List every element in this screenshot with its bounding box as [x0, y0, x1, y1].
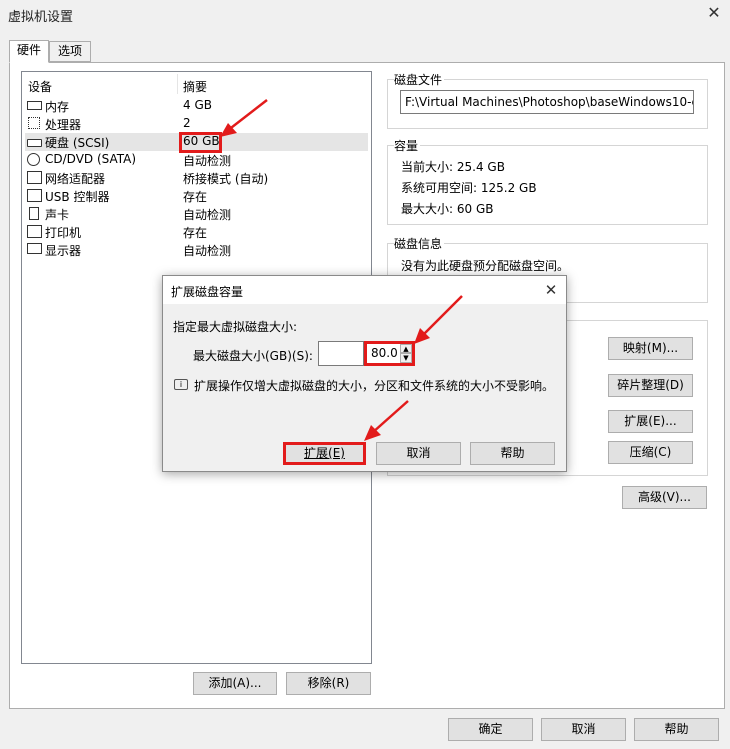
dialog-note: 扩展操作仅增大虚拟磁盘的大小，分区和文件系统的大小不受影响。 [194, 379, 555, 393]
device-summary: 自动检测 [183, 244, 232, 258]
device-row-cd-dvd[interactable]: CD/DVD (SATA) 自动检测 [25, 151, 368, 169]
usb-icon [27, 189, 42, 202]
group-label-capacity: 容量 [394, 137, 421, 154]
device-name: 内存 [45, 100, 70, 114]
device-name: 声卡 [45, 208, 70, 222]
free-space-text: 系统可用空间: 125.2 GB [401, 181, 537, 195]
column-header-device: 设备 [28, 80, 53, 94]
device-row-memory[interactable]: 内存 4 GB [25, 97, 368, 115]
current-size-text: 当前大小: 25.4 GB [401, 160, 505, 174]
tab-options[interactable]: 选项 [49, 41, 91, 62]
dialog-close-button[interactable]: ✕ [542, 281, 560, 299]
window-close-button[interactable]: ✕ [705, 4, 723, 22]
device-row-display[interactable]: 显示器 自动检测 [25, 241, 368, 259]
expand-button[interactable]: 扩展(E)... [608, 410, 693, 433]
defragment-button[interactable]: 碎片整理(D) [608, 374, 693, 397]
cpu-icon [28, 117, 40, 129]
spin-down-icon[interactable]: ▼ [400, 353, 412, 363]
compact-button[interactable]: 压缩(C) [608, 441, 693, 464]
dialog-instruction: 指定最大虚拟磁盘大小: [173, 320, 298, 334]
device-name: 网络适配器 [45, 172, 106, 186]
max-size-label: 最大磁盘大小(GB)(S): [193, 349, 313, 363]
ok-button[interactable]: 确定 [448, 718, 533, 741]
dialog-title: 扩展磁盘容量 [171, 285, 244, 299]
device-summary: 桥接模式 (自动) [183, 172, 269, 186]
device-summary: 存在 [183, 226, 208, 240]
group-label-disk-file: 磁盘文件 [394, 71, 445, 88]
device-row-cpu[interactable]: 处理器 2 [25, 115, 368, 133]
remove-device-button[interactable]: 移除(R) [286, 672, 371, 695]
tab-hardware[interactable]: 硬件 [9, 40, 49, 63]
device-row-usb-controller[interactable]: USB 控制器 存在 [25, 187, 368, 205]
network-adapter-icon [27, 171, 42, 184]
max-size-input[interactable]: 80.0 ▲ ▼ [364, 341, 415, 366]
add-device-button[interactable]: 添加(A)... [193, 672, 277, 695]
max-size-text: 最大大小: 60 GB [401, 202, 494, 216]
hard-disk-icon [27, 139, 42, 147]
highlight-box-hard-disk-size [179, 132, 222, 153]
dialog-expand-button[interactable]: 扩展(E) [283, 442, 366, 465]
dialog-cancel-button[interactable]: 取消 [376, 442, 461, 465]
info-icon: i [174, 379, 188, 390]
printer-icon [27, 225, 42, 238]
max-size-value: 80.0 [371, 346, 398, 360]
device-name: USB 控制器 [45, 190, 110, 204]
device-summary: 2 [183, 116, 191, 130]
cd-dvd-icon [27, 153, 40, 166]
device-row-network-adapter[interactable]: 网络适配器 桥接模式 (自动) [25, 169, 368, 187]
window-title: 虚拟机设置 [8, 10, 74, 25]
device-summary: 自动检测 [183, 154, 232, 168]
device-summary: 存在 [183, 190, 208, 204]
column-header-summary: 摘要 [183, 80, 208, 94]
max-size-blank-area [318, 341, 364, 366]
dialog-expand-label: 扩展(E) [304, 446, 345, 460]
device-row-sound-card[interactable]: 声卡 自动检测 [25, 205, 368, 223]
device-summary: 自动检测 [183, 208, 232, 222]
advanced-button[interactable]: 高级(V)... [622, 486, 707, 509]
map-button[interactable]: 映射(M)... [608, 337, 693, 360]
help-button[interactable]: 帮助 [634, 718, 719, 741]
sound-icon [29, 207, 39, 220]
device-name: CD/DVD (SATA) [45, 152, 137, 166]
disk-file-path-field[interactable]: F:\Virtual Machines\Photoshop\baseWindow… [400, 90, 694, 114]
expand-disk-dialog: 扩展磁盘容量 ✕ 指定最大虚拟磁盘大小: 最大磁盘大小(GB)(S): 80.0… [162, 275, 567, 472]
device-summary: 4 GB [183, 98, 212, 112]
memory-icon [27, 101, 42, 110]
group-label-disk-info: 磁盘信息 [394, 235, 445, 252]
device-row-printer[interactable]: 打印机 存在 [25, 223, 368, 241]
display-icon [27, 243, 42, 254]
device-name: 显示器 [45, 244, 82, 258]
device-name: 硬盘 (SCSI) [45, 136, 110, 150]
device-name: 处理器 [45, 118, 82, 132]
disk-info-text: 没有为此硬盘预分配磁盘空间。 [401, 259, 570, 273]
cancel-button[interactable]: 取消 [541, 718, 626, 741]
device-name: 打印机 [45, 226, 82, 240]
dialog-help-button[interactable]: 帮助 [470, 442, 555, 465]
spin-up-icon[interactable]: ▲ [400, 344, 412, 353]
column-divider [177, 74, 178, 94]
